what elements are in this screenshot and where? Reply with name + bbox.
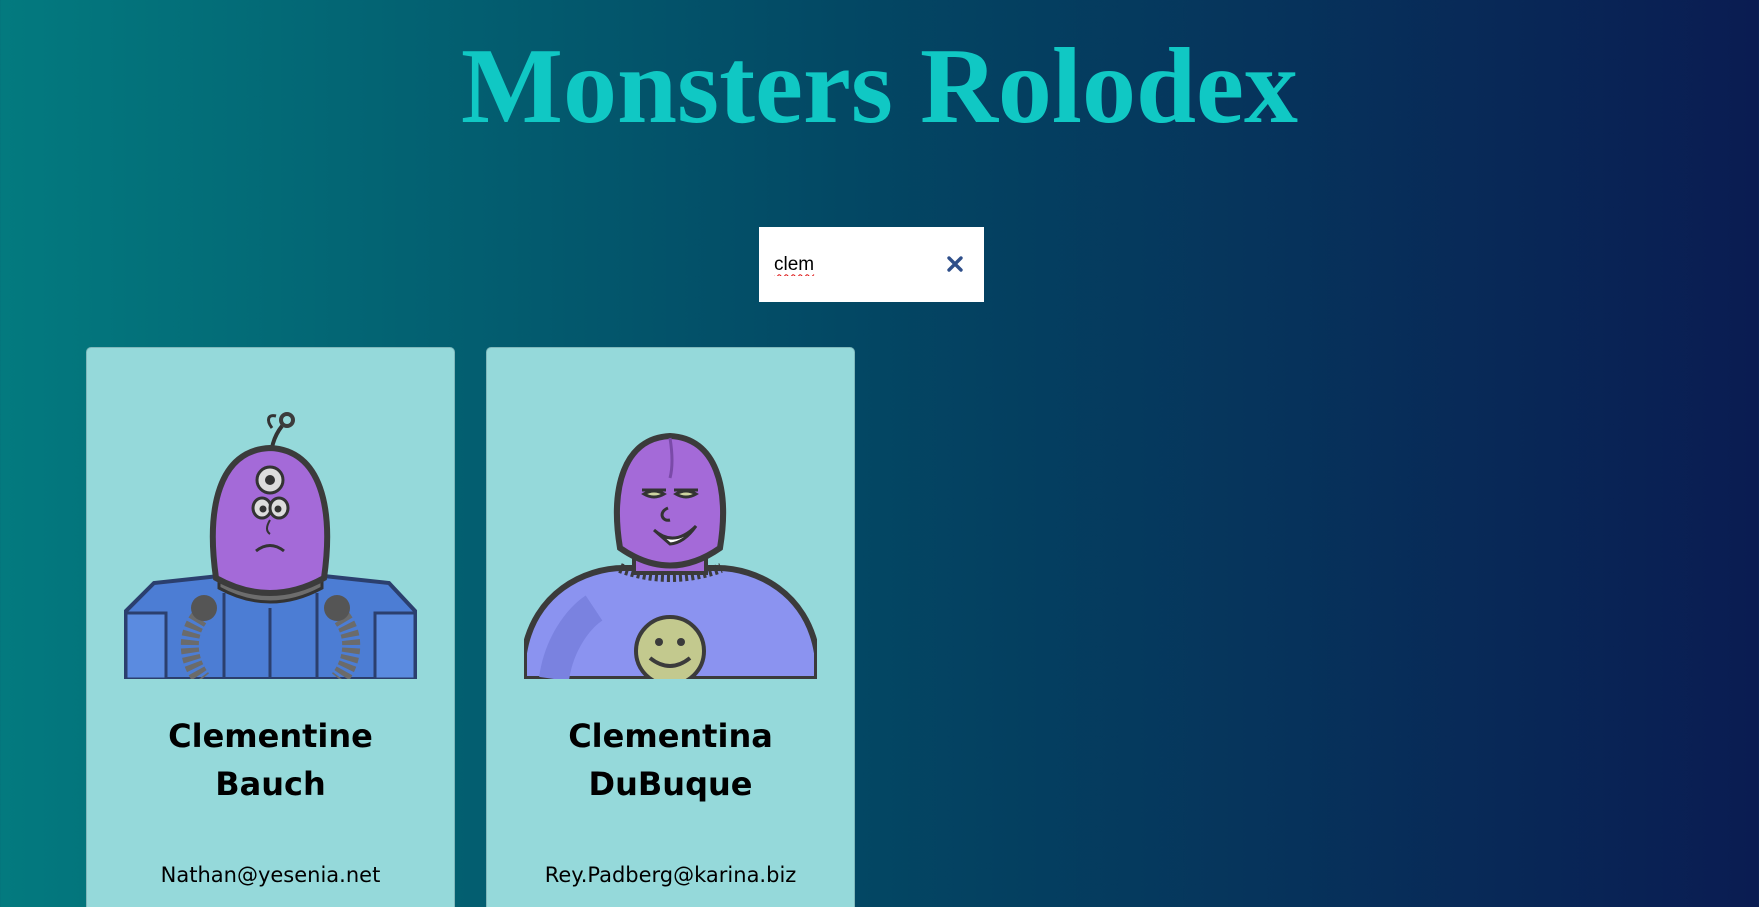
robot-armored-monster-avatar [124,412,417,679]
monster-email: Nathan@yesenia.net [160,863,381,887]
close-icon[interactable] [943,252,967,276]
monster-card[interactable]: Clementine Bauch Nathan@yesenia.net [86,347,455,907]
page-title: Monsters Rolodex [461,27,1298,146]
smiley-shirt-monster-avatar [524,432,817,679]
monster-card[interactable]: Clementina DuBuque Rey.Padberg@karina.bi… [486,347,855,907]
monster-email: Rey.Padberg@karina.biz [544,863,797,887]
monster-name: Clementina DuBuque [568,717,773,803]
monster-name: Clementine Bauch [168,717,373,803]
search-input[interactable] [774,253,939,276]
search-box [759,227,984,302]
